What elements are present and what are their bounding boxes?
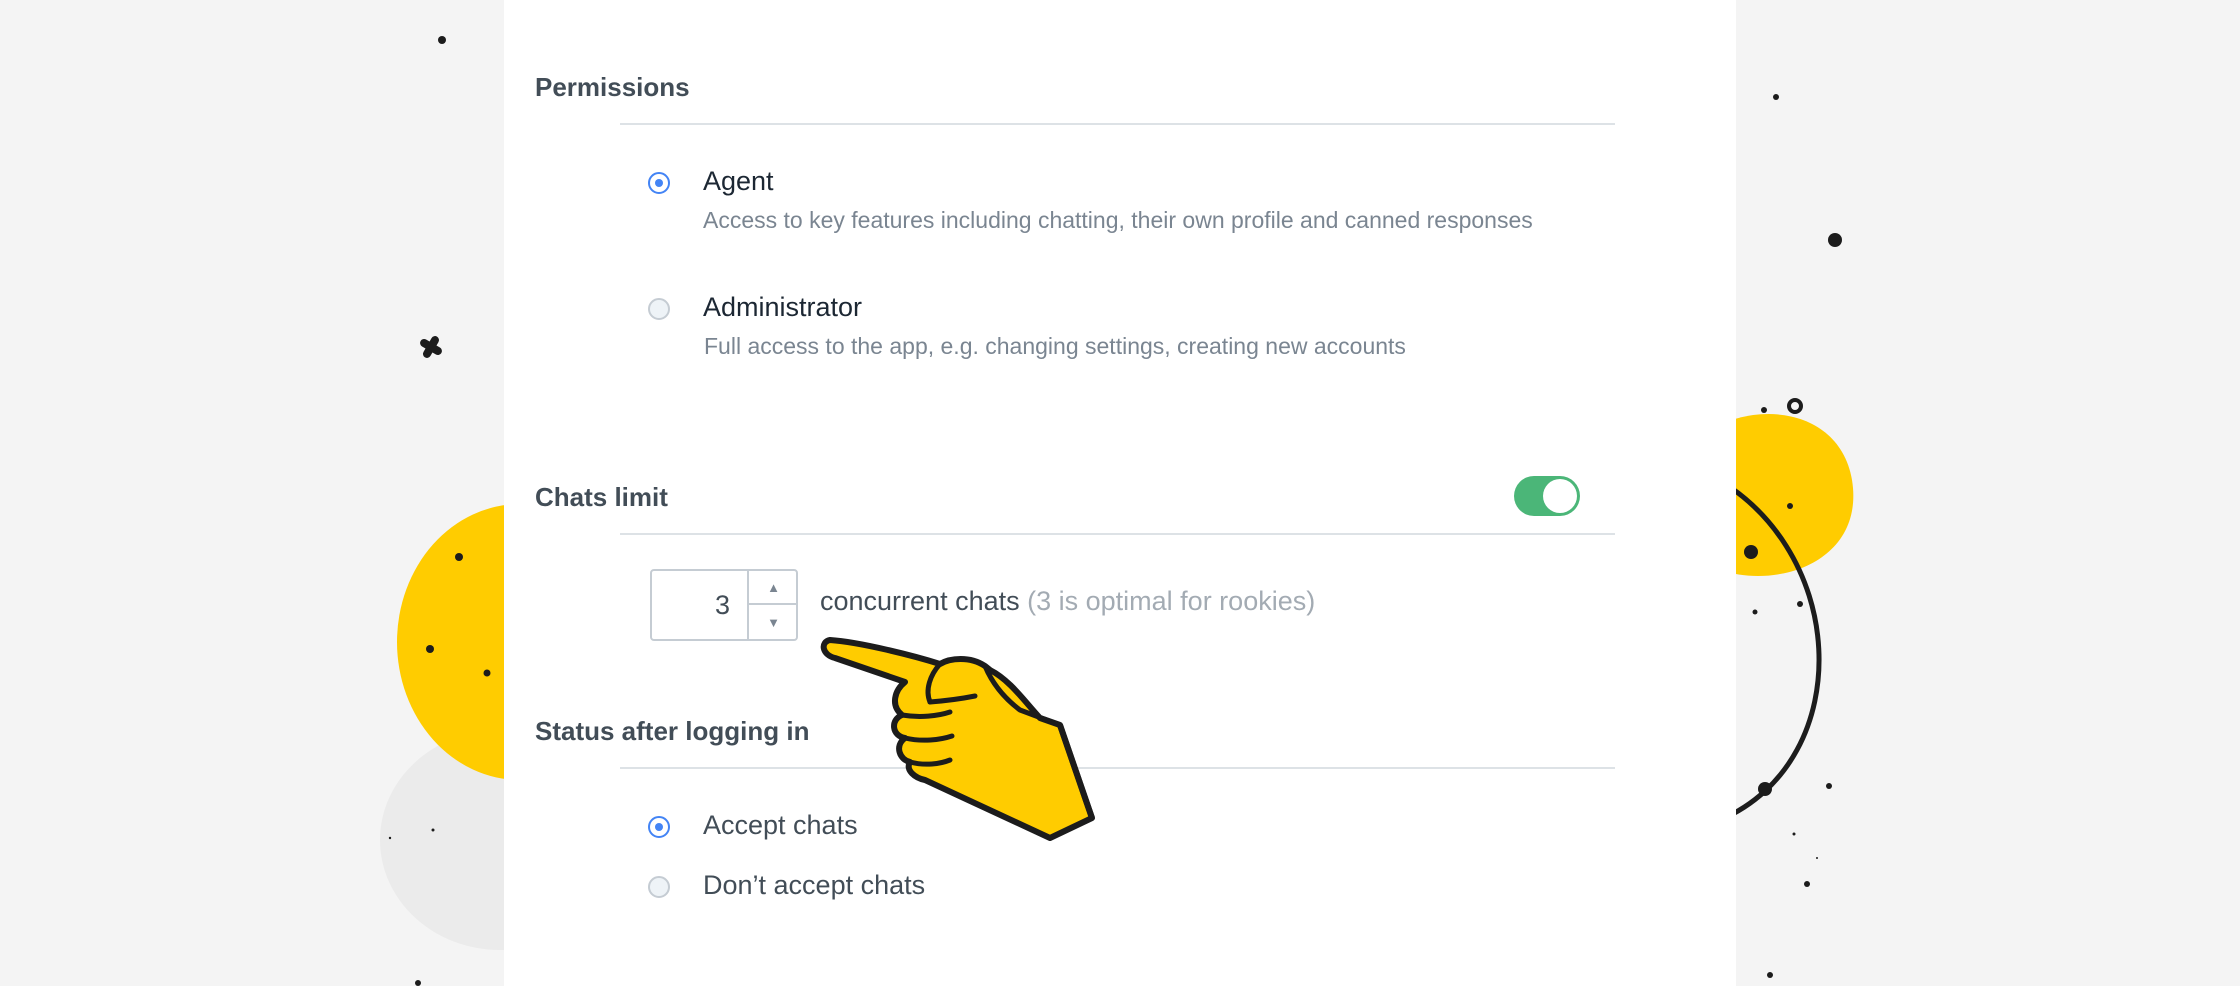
status-after-login-title: Status after logging in xyxy=(535,716,810,746)
option-administrator-label[interactable]: Administrator xyxy=(703,292,862,323)
option-agent-description: Access to key features including chattin… xyxy=(703,207,1533,233)
radio-agent[interactable] xyxy=(648,172,670,194)
pointing-hand-icon xyxy=(820,637,1095,841)
chats-limit-title: Chats limit xyxy=(535,482,668,512)
permissions-title: Permissions xyxy=(535,72,690,102)
chevron-up-icon[interactable]: ▲ xyxy=(749,571,798,605)
cross-icon xyxy=(420,336,442,358)
chats-limit-divider xyxy=(620,533,1615,535)
permissions-divider xyxy=(620,123,1615,125)
concurrent-chats-hint: (3 is optimal for rookies) xyxy=(1027,586,1316,616)
concurrent-chats-label: concurrent chats xyxy=(820,586,1020,616)
option-agent-label[interactable]: Agent xyxy=(703,166,774,197)
chats-limit-toggle[interactable] xyxy=(1514,476,1580,516)
stepper-buttons: ▲ ▼ xyxy=(747,571,798,639)
option-administrator-description: Full access to the app, e.g. changing se… xyxy=(704,333,1406,359)
radio-accept-chats[interactable] xyxy=(648,816,670,838)
stepper-value[interactable]: 3 xyxy=(652,571,730,639)
chats-limit-text: concurrent chats (3 is optimal for rooki… xyxy=(820,586,1315,617)
radio-administrator[interactable] xyxy=(648,298,670,320)
toggle-knob xyxy=(1543,479,1577,513)
radio-dont-accept-chats[interactable] xyxy=(648,876,670,898)
chats-limit-stepper[interactable]: 3 ▲ ▼ xyxy=(650,569,798,641)
chevron-down-icon[interactable]: ▼ xyxy=(749,605,798,639)
